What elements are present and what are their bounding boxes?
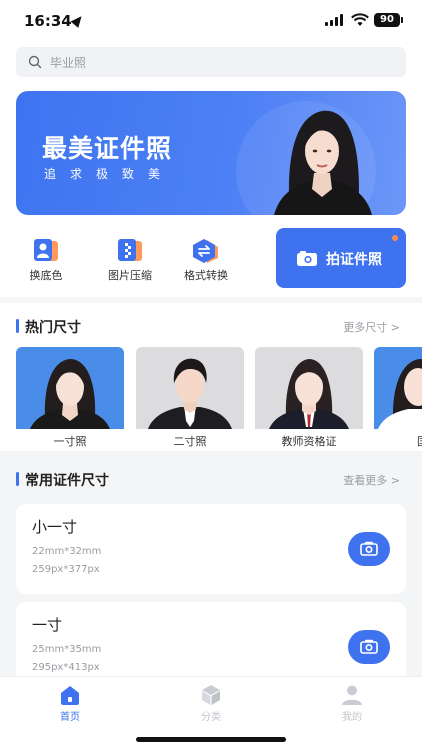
size-px: 259px*377px xyxy=(32,564,100,575)
take-id-photo-label: 拍证件照 xyxy=(326,252,382,268)
sample-photo-female xyxy=(16,347,124,429)
battery-tip xyxy=(401,17,403,23)
quick-tools: 换底色 图片压缩 格式转换 xyxy=(16,236,256,286)
hot-size-label: 一寸照 xyxy=(53,435,87,448)
hot-size-card[interactable]: 教师资格证 xyxy=(255,347,363,451)
section-accent-bar xyxy=(16,472,19,486)
battery-icon: 90 xyxy=(374,13,400,27)
home-icon xyxy=(61,686,79,705)
banner-subtitle: 追求极致美 xyxy=(44,167,175,181)
view-more-link[interactable]: 查看更多 > xyxy=(343,472,400,488)
hot-sizes-title: 热门尺寸 xyxy=(25,320,81,336)
tab-label: 分类 xyxy=(201,712,221,723)
tab-category[interactable]: 分类 xyxy=(141,677,281,727)
home-indicator xyxy=(136,737,286,742)
notification-dot xyxy=(392,235,398,241)
hot-size-card[interactable]: 一寸照 xyxy=(16,347,124,451)
tab-home[interactable]: 首页 xyxy=(0,677,140,727)
size-mm: 22mm*32mm xyxy=(32,546,102,557)
section-accent-bar xyxy=(16,319,19,333)
camera-icon xyxy=(360,639,378,654)
hot-sizes-section: 热门尺寸 更多尺寸 > 一寸照 二寸照 教师资格证 xyxy=(0,303,422,451)
tool-label: 换底色 xyxy=(29,269,63,282)
banner-title: 最美证件照 xyxy=(42,134,173,163)
profile-icon xyxy=(342,685,362,705)
camera-button[interactable] xyxy=(348,532,390,566)
location-arrow-icon xyxy=(70,13,86,28)
sample-photo-male xyxy=(136,347,244,429)
promo-banner[interactable]: 最美证件照 追求极致美 xyxy=(16,91,406,215)
search-placeholder: 毕业照 xyxy=(50,56,87,70)
convert-icon xyxy=(193,239,218,263)
tab-label: 我的 xyxy=(342,712,362,723)
take-id-photo-button[interactable]: 拍证件照 xyxy=(276,228,406,288)
hot-sizes-header: 热门尺寸 更多尺寸 > xyxy=(0,301,422,351)
size-card[interactable]: 小一寸 22mm*32mm 259px*377px xyxy=(16,504,406,594)
camera-icon xyxy=(297,251,317,266)
status-time: 16:34 xyxy=(24,12,72,30)
common-sizes-title: 常用证件尺寸 xyxy=(25,473,109,489)
search-icon xyxy=(28,55,42,69)
size-name: 小一寸 xyxy=(32,518,78,536)
hot-size-label: 二寸照 xyxy=(173,435,207,448)
sample-photo-teacher xyxy=(255,347,363,429)
tool-label: 格式转换 xyxy=(184,269,228,282)
tool-label: 图片压缩 xyxy=(108,269,152,282)
tool-image-compress[interactable]: 图片压缩 xyxy=(100,236,160,286)
wifi-icon xyxy=(351,13,369,26)
size-px: 295px*413px xyxy=(32,662,100,673)
tool-format-convert[interactable]: 格式转换 xyxy=(176,236,236,286)
size-name: 一寸 xyxy=(32,616,63,634)
tool-change-background[interactable]: 换底色 xyxy=(16,236,76,286)
tab-profile[interactable]: 我的 xyxy=(282,677,422,727)
hot-sizes-carousel[interactable]: 一寸照 二寸照 教师资格证 xyxy=(0,347,422,451)
status-bar: 16:34 90 xyxy=(0,0,422,44)
common-sizes-header: 常用证件尺寸 查看更多 > xyxy=(0,454,422,504)
hot-size-card[interactable]: 国考 xyxy=(374,347,422,451)
hot-size-card[interactable]: 二寸照 xyxy=(136,347,244,451)
cellular-signal-icon xyxy=(325,14,345,26)
more-sizes-link[interactable]: 更多尺寸 > xyxy=(343,319,400,335)
id-card-icon xyxy=(34,239,58,261)
camera-button[interactable] xyxy=(348,630,390,664)
camera-icon xyxy=(360,541,378,556)
size-mm: 25mm*35mm xyxy=(32,644,102,655)
search-input[interactable]: 毕业照 xyxy=(16,47,406,77)
category-cube-icon xyxy=(202,685,220,705)
hot-size-label: 国考 xyxy=(374,433,422,449)
common-sizes-section: 常用证件尺寸 查看更多 > 小一寸 22mm*32mm 259px*377px … xyxy=(0,454,422,692)
tab-label: 首页 xyxy=(60,712,80,723)
banner-model-photo xyxy=(274,110,372,215)
hot-size-label: 教师资格证 xyxy=(281,435,337,448)
sample-photo-exam xyxy=(374,347,422,429)
top-area: 毕业照 最美证件照 追求极致美 换底色 图片压缩 格式转换 拍证件照 xyxy=(0,44,422,297)
compress-icon xyxy=(118,239,142,261)
